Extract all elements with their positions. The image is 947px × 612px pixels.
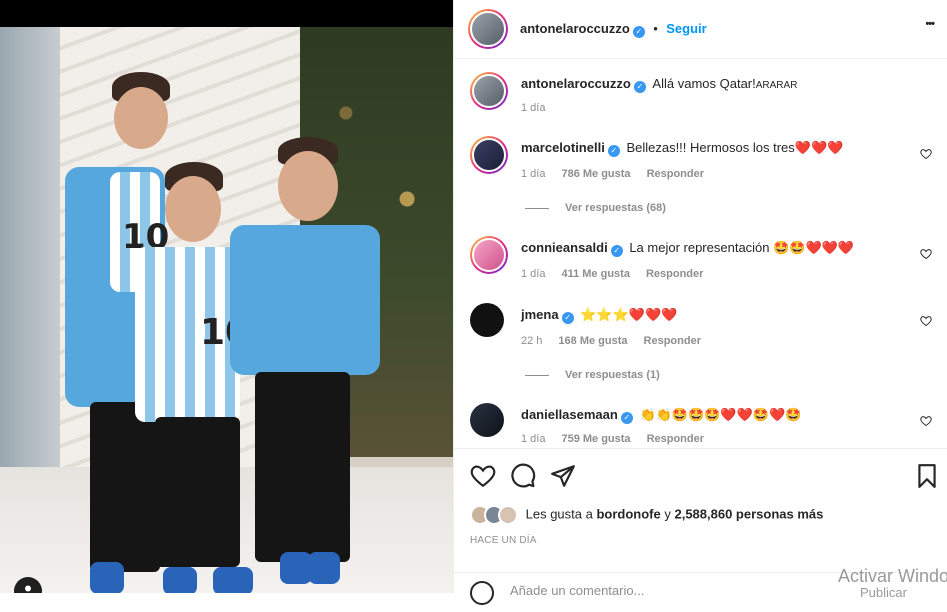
verified-icon: ✓	[561, 312, 574, 324]
windows-activation-watermark: Activar Windows	[838, 566, 947, 586]
reply-button[interactable]: Responder	[647, 168, 704, 180]
caption-age: 1 día	[521, 102, 546, 114]
verified-icon: ✓	[610, 245, 623, 257]
caption-text: Allá vamos Qatar!	[652, 76, 756, 91]
view-replies-button[interactable]: Ver respuestas (1)	[525, 369, 660, 381]
likes-prefix: Les gusta a	[525, 506, 593, 522]
follow-button[interactable]: Seguir	[666, 21, 706, 36]
comment-age: 1 día	[521, 168, 546, 180]
caption-suffix: ARARAR	[755, 80, 798, 91]
photo-kid-right	[230, 137, 380, 592]
comment-age: 1 día	[521, 433, 546, 445]
post-panel: antonelaroccuzzo ✓ • Seguir ••• antonelar…	[453, 0, 947, 605]
post-time: HACE UN DÍA	[470, 535, 537, 546]
more-icon[interactable]: •••	[925, 18, 935, 30]
comment-age: 22 h	[521, 335, 543, 347]
post-photo[interactable]: 10 10	[0, 27, 453, 593]
user-tag-icon	[25, 585, 31, 592]
likes-summary: Les gusta a bordonofe y 2,588,860 person…	[470, 505, 823, 527]
reply-button[interactable]: Responder	[646, 268, 703, 280]
comment-likes[interactable]: 759 Me gusta	[561, 433, 630, 445]
comment-emoji: 🤩🤩❤️❤️❤️	[773, 240, 855, 255]
author-username[interactable]: antonelaroccuzzo	[520, 21, 630, 36]
comment-username[interactable]: daniellasemaan	[521, 407, 618, 422]
heart-icon[interactable]	[470, 463, 496, 489]
post-actions	[454, 448, 947, 504]
likes-user[interactable]: bordonofe	[596, 506, 660, 521]
heart-icon[interactable]	[920, 148, 932, 160]
comment-emoji: 👏👏🤩🤩🤩❤️❤️🤩❤️🤩	[639, 407, 802, 422]
share-icon[interactable]	[550, 463, 576, 489]
comment-avatar[interactable]	[470, 303, 504, 337]
comment-username[interactable]: marcelotinelli	[521, 140, 605, 155]
comment-avatar[interactable]	[470, 403, 504, 437]
comment-username[interactable]: connieansaldi	[521, 240, 608, 255]
comment-likes[interactable]: 411 Me gusta	[561, 268, 629, 280]
heart-icon[interactable]	[920, 315, 932, 327]
comment-meta: 22 h 168 Me gusta Responder	[521, 335, 701, 347]
comment-text: Bellezas!!! Hermosos los tres	[626, 140, 795, 155]
separator-dot: •	[653, 21, 658, 36]
comment-likes[interactable]: 168 Me gusta	[558, 335, 627, 347]
caption-avatar[interactable]	[470, 72, 508, 110]
comment-emoji: ❤️❤️❤️	[794, 140, 844, 155]
comments-list: antonelaroccuzzo ✓ Allá vamos Qatar!ARARA…	[454, 60, 947, 447]
comment-emoji: ⭐⭐⭐❤️❤️❤️	[580, 307, 678, 322]
likes-connector: y	[664, 506, 671, 522]
comment-row: connieansaldi ✓ La mejor representación 🤩…	[470, 236, 940, 302]
comment-age: 1 día	[521, 268, 546, 280]
caption-username[interactable]: antonelaroccuzzo	[521, 76, 631, 91]
caption-row: antonelaroccuzzo ✓ Allá vamos Qatar!ARARA…	[470, 72, 940, 122]
add-comment-input[interactable]: Añade un comentario...	[510, 583, 644, 598]
comment-avatar[interactable]	[470, 136, 508, 174]
author-avatar[interactable]	[468, 9, 508, 49]
reply-button[interactable]: Responder	[644, 335, 701, 347]
verified-icon: ✓	[633, 81, 646, 93]
heart-icon[interactable]	[920, 248, 932, 260]
comment-text: La mejor representación	[629, 240, 770, 255]
bookmark-icon[interactable]	[914, 463, 940, 489]
verified-icon: ✓	[607, 145, 620, 157]
comment-icon[interactable]	[510, 463, 536, 489]
comment-meta: 1 día 786 Me gusta Responder	[521, 168, 704, 180]
comment-row: marcelotinelli ✓ Bellezas!!! Hermosos los…	[470, 136, 940, 236]
post-header: antonelaroccuzzo ✓ • Seguir •••	[454, 0, 947, 59]
verified-icon: ✓	[632, 26, 645, 38]
comment-meta: 1 día 759 Me gusta Responder	[521, 433, 704, 445]
comment-row: jmena ✓ ⭐⭐⭐❤️❤️❤️ 22 h 168 Me gusta Respond…	[470, 303, 940, 403]
view-replies-button[interactable]: Ver respuestas (68)	[525, 202, 666, 214]
photo-wall	[0, 27, 60, 467]
likes-count[interactable]: 2,588,860 personas más	[674, 506, 823, 521]
comment-meta: 1 día 411 Me gusta Responder	[521, 268, 703, 280]
comment-username[interactable]: jmena	[521, 307, 559, 322]
reply-button[interactable]: Responder	[647, 433, 704, 445]
verified-icon: ✓	[620, 412, 633, 424]
comment-avatar[interactable]	[470, 236, 508, 274]
smile-icon[interactable]	[470, 581, 494, 605]
comment-likes[interactable]: 786 Me gusta	[561, 168, 630, 180]
liker-avatars	[470, 505, 522, 525]
comment-row: daniellasemaan ✓ 👏👏🤩🤩🤩❤️❤️🤩❤️🤩 1 día 759 M…	[470, 403, 940, 447]
photo-topbar	[0, 0, 453, 27]
heart-icon[interactable]	[920, 415, 932, 427]
